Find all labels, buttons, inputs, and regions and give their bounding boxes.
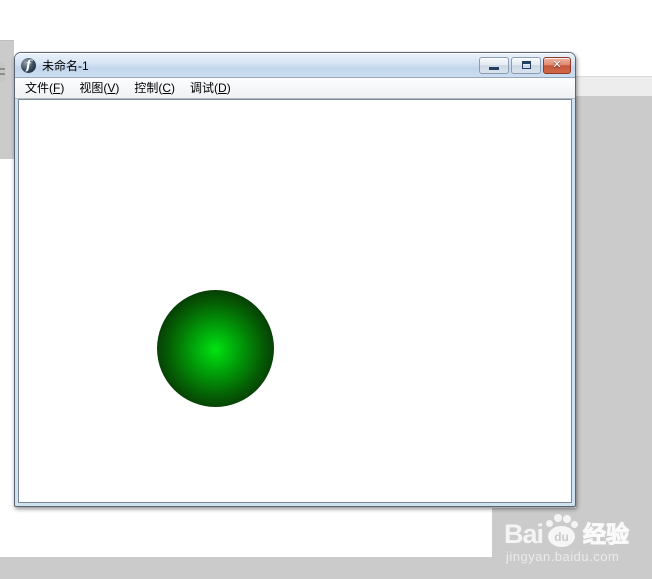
panel-grip	[0, 62, 5, 82]
menu-item-view[interactable]: 视图(V)	[72, 77, 127, 99]
menu-item-debug[interactable]: 调试(D)	[183, 77, 239, 99]
baidu-jingyan-watermark: Bai du 经验 jingyan.baidu.com	[504, 514, 630, 564]
workspace-gray-right	[576, 96, 652, 579]
menu-item-file[interactable]: 文件(F)	[18, 77, 72, 99]
maximize-icon	[521, 61, 531, 69]
close-button[interactable]: ✕	[543, 56, 571, 74]
flash-player-icon: f	[21, 57, 36, 73]
window-controls: ✕	[479, 56, 571, 74]
baidu-paw-icon: du	[545, 514, 579, 547]
title-bar[interactable]: f 未命名-1 ✕	[15, 53, 575, 77]
minimize-button[interactable]	[479, 56, 509, 74]
jingyan-url-text: jingyan.baidu.com	[506, 549, 620, 564]
maximize-button[interactable]	[511, 56, 541, 74]
movie-stage	[18, 99, 572, 503]
menu-item-control[interactable]: 控制(C)	[127, 77, 183, 99]
minimize-icon	[489, 67, 499, 70]
green-ball	[157, 290, 274, 407]
workspace-gray-left	[0, 40, 14, 159]
window-title: 未命名-1	[42, 58, 89, 73]
baidu-logo-text: Bai	[504, 519, 544, 549]
baidu-paw-du-text: du	[548, 526, 576, 547]
baidu-jingyan-logo: Bai du 经验	[504, 514, 630, 549]
workspace-pale-strip	[576, 76, 652, 97]
jingyan-cn-text: 经验	[583, 521, 630, 547]
close-icon: ✕	[552, 58, 562, 71]
flash-player-window: f 未命名-1 ✕ 文件(F) 视图(V) 控制(C) 调试(D)	[14, 52, 576, 507]
menu-bar: 文件(F) 视图(V) 控制(C) 调试(D)	[15, 77, 575, 99]
